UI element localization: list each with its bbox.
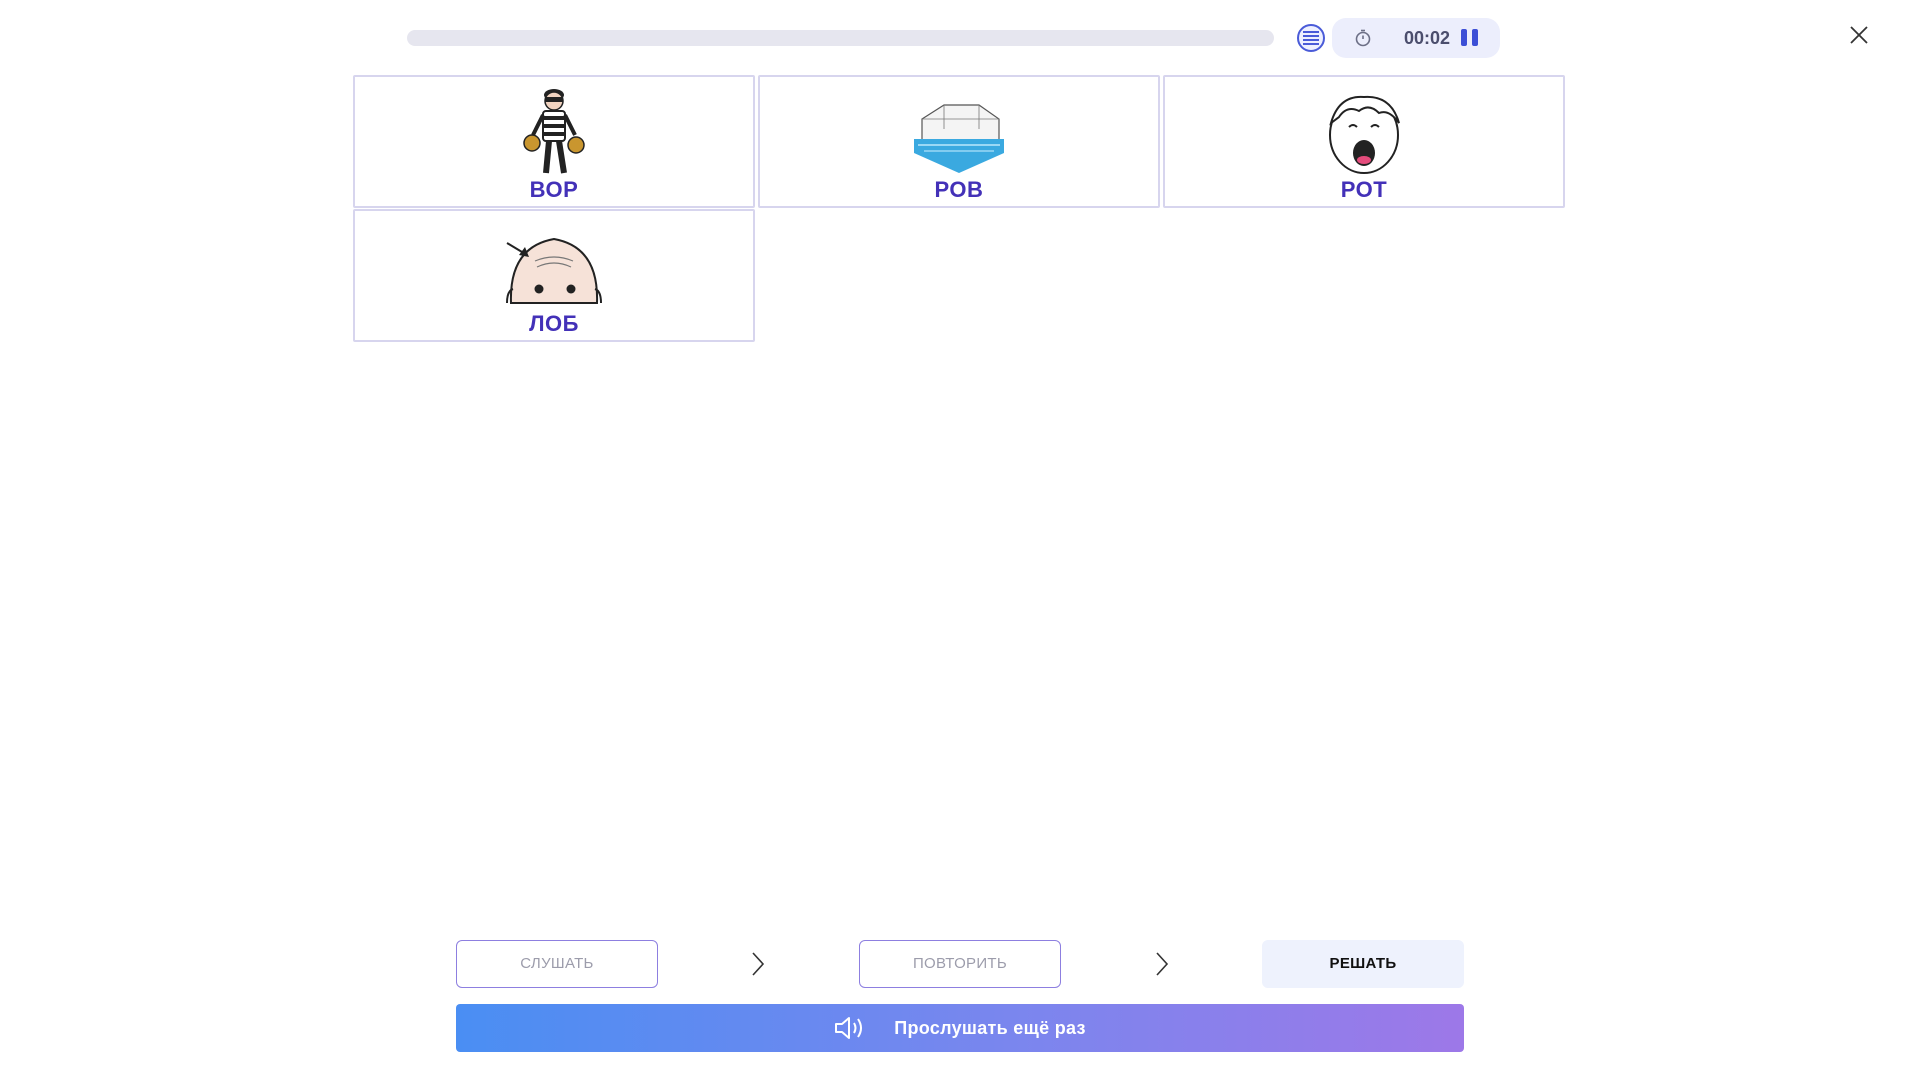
close-icon[interactable]	[1848, 24, 1870, 46]
word-label: ЛОБ	[529, 311, 579, 336]
word-card-thief[interactable]: ВОР	[353, 75, 755, 208]
word-card-moat[interactable]: РОВ	[758, 75, 1160, 208]
progress-bar	[407, 30, 1274, 46]
thief-image	[523, 89, 585, 174]
stopwatch-icon	[1355, 29, 1371, 47]
chevron-right-icon	[752, 952, 765, 976]
word-label: РОВ	[934, 177, 984, 202]
solve-step-button[interactable]: РЕШАТЬ	[1262, 940, 1464, 988]
word-card-mouth[interactable]: РОТ	[1163, 75, 1565, 208]
repeat-step-button[interactable]: ПОВТОРИТЬ	[859, 940, 1061, 988]
listen-again-button[interactable]: Прослушать ещё раз	[456, 1004, 1464, 1052]
word-label: РОТ	[1340, 177, 1388, 202]
task-list-button[interactable]	[1297, 24, 1325, 52]
pause-button[interactable]	[1458, 29, 1480, 47]
listen-step-button[interactable]: СЛУШАТЬ	[456, 940, 658, 988]
word-label: ВОР	[529, 177, 579, 202]
timer: 00:02	[1332, 18, 1500, 58]
chevron-right-icon	[1156, 952, 1169, 976]
word-card-forehead[interactable]: ЛОБ	[353, 209, 755, 342]
listen-again-label: Прослушать ещё раз	[894, 1017, 1086, 1038]
pause-icon-bar-right	[1471, 29, 1478, 46]
forehead-image	[506, 237, 602, 304]
pause-icon-bar-left	[1460, 29, 1467, 46]
timer-value: 00:02	[1403, 28, 1451, 48]
mouth-image	[1329, 95, 1400, 174]
moat-image	[914, 104, 1004, 173]
speaker-icon	[835, 1017, 863, 1039]
list-icon	[1303, 31, 1319, 45]
